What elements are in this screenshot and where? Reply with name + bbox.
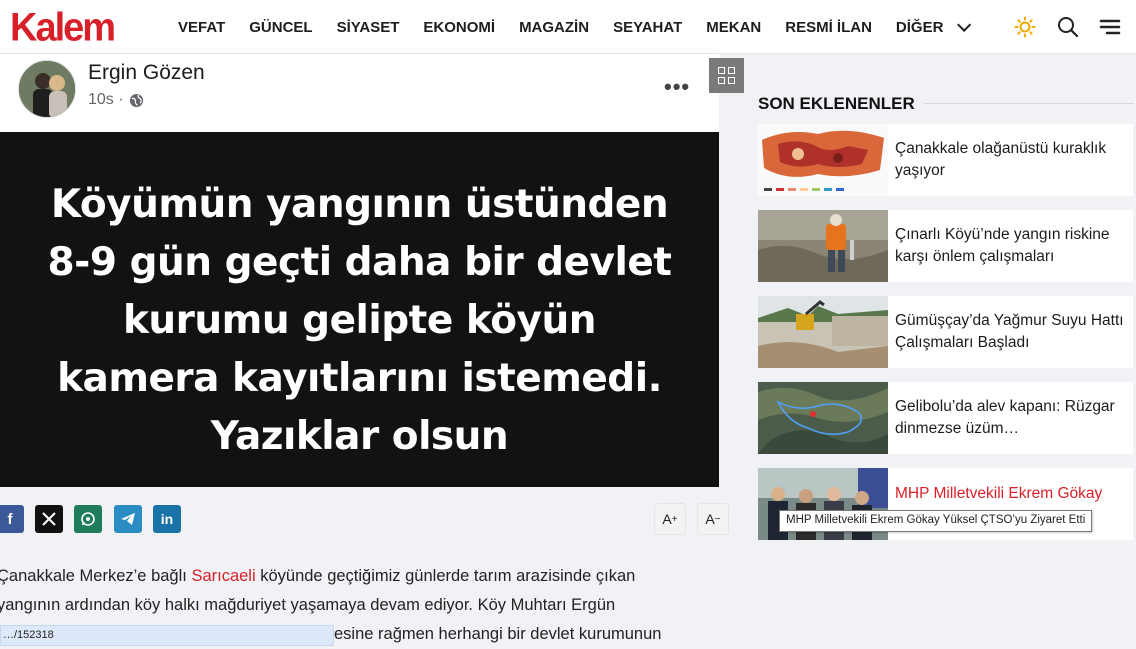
article-line-1: Çanakkale Merkez’e bağlı Sarıcaeli köyün… [0,562,712,591]
news-thumbnail [758,124,888,196]
facebook-icon[interactable]: f [0,505,24,533]
menu-icon[interactable] [1099,16,1121,38]
sidebar-news-item[interactable]: Çınarlı Köyü’nde yangın riskine karşı ön… [758,210,1133,282]
grid-view-icon[interactable] [709,58,744,93]
main-nav: VEFAT GÜNCEL SİYASET EKONOMİ MAGAZİN SEY… [166,0,979,54]
article-text: köyünde geçtiğimiz günlerde tarım arazis… [255,567,636,585]
nav-vefat[interactable]: VEFAT [178,19,225,36]
post-time-label: 10s · [88,91,124,108]
font-increase-label: A [662,511,672,527]
search-icon[interactable] [1057,16,1079,38]
nav-mekan[interactable]: MEKAN [706,19,761,36]
font-decrease-label: A [705,511,715,527]
news-thumbnail [758,296,888,368]
post-quote-text: Köyümün yangının üstünden 8-9 gün geçti … [47,181,672,459]
nav-siyaset[interactable]: SİYASET [337,19,400,36]
telegram-icon[interactable] [114,505,142,533]
nav-more-dropdown[interactable]: DİĞER [895,17,972,36]
article-link-saricaeli[interactable]: Sarıcaeli [191,567,255,585]
globe-icon [129,93,143,107]
post-quote-image: Köyümün yangının üstünden 8-9 gün geçti … [0,132,719,487]
nav-seyahat[interactable]: SEYAHAT [613,19,682,36]
x-icon[interactable] [35,505,63,533]
news-title[interactable]: Çınarlı Köyü’nde yangın riskine karşı ön… [888,210,1133,282]
linkedin-icon[interactable]: in [153,505,181,533]
news-thumbnail [758,382,888,454]
chevron-down-icon [957,17,972,32]
article-text: Çanakkale Merkez’e bağlı [0,567,192,585]
nav-ekonomi[interactable]: EKONOMİ [423,19,495,36]
nav-resmi-ilan[interactable]: RESMİ İLAN [785,19,872,36]
more-options-icon[interactable]: ••• [664,74,690,100]
nav-guncel[interactable]: GÜNCEL [249,19,312,36]
sidebar-divider [924,103,1134,104]
site-logo[interactable]: Kalem [10,8,116,48]
news-title[interactable]: Çanakkale olağanüstü kuraklık yaşıyor [888,124,1133,196]
post-time: 10s · [88,91,144,109]
font-decrease-button[interactable]: A − [697,503,729,535]
news-title[interactable]: Gümüşçay’da Yağmur Suyu Hattı Çalışmalar… [888,296,1133,368]
avatar[interactable] [18,60,76,118]
link-tooltip: MHP Milletvekili Ekrem Gökay Yüksel ÇTSO… [779,510,1093,532]
site-header: Kalem VEFAT GÜNCEL SİYASET EKONOMİ MAGAZ… [0,0,1136,54]
nav-magazin[interactable]: MAGAZİN [519,19,589,36]
article-line-2: yangının ardından köy halkı mağduriyet y… [0,596,616,614]
post-author[interactable]: Ergin Gözen [88,61,205,85]
sidebar-news-item[interactable]: Gelibolu’da alev kapanı: Rüzgar dinmezse… [758,382,1133,454]
sidebar-news-item[interactable]: Gümüşçay’da Yağmur Suyu Hattı Çalışmalar… [758,296,1133,368]
nav-more-label: DİĞER [895,18,944,36]
font-increase-button[interactable]: A + [654,503,686,535]
news-title[interactable]: Gelibolu’da alev kapanı: Rüzgar dinmezse… [888,382,1133,454]
status-bar-url: …/152318 [0,625,334,646]
sidebar-news-item[interactable]: Çanakkale olağanüstü kuraklık yaşıyor [758,124,1133,196]
sun-icon[interactable] [1014,16,1036,38]
whatsapp-icon[interactable] [74,505,102,533]
sidebar-title: SON EKLENENLER [758,94,915,113]
news-thumbnail [758,210,888,282]
